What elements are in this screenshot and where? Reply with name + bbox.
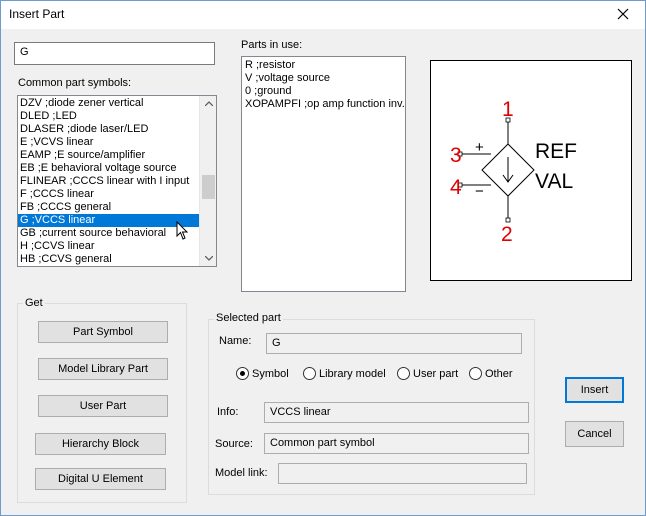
common-symbols-list[interactable]: DZV ;diode zener vertical DLED ;LED DLASER…: [17, 95, 217, 267]
scroll-down-button[interactable]: [200, 251, 216, 266]
parts-in-use-item[interactable]: 0 ;ground: [243, 85, 405, 98]
symbol-list-item[interactable]: DLED ;LED: [18, 110, 199, 123]
common-symbols-scrollbar[interactable]: [199, 96, 216, 266]
user-part-button[interactable]: User Part: [38, 395, 168, 417]
insert-button[interactable]: Insert: [565, 377, 624, 403]
radio-other[interactable]: Other: [469, 367, 513, 380]
part-name-input[interactable]: G: [14, 42, 215, 65]
chevron-down-icon: [204, 256, 213, 261]
scroll-up-button[interactable]: [200, 96, 216, 111]
hierarchy-block-button-label: Hierarchy Block: [61, 438, 140, 450]
pin-2-marker: [505, 217, 511, 223]
digital-u-element-button[interactable]: Digital U Element: [35, 468, 166, 490]
insert-button-label: Insert: [580, 384, 609, 396]
get-group-title: Get: [23, 297, 45, 309]
parts-in-use-label: Parts in use:: [241, 39, 303, 51]
symbol-list-item[interactable]: H ;CCVS linear: [18, 240, 199, 253]
model-library-part-button[interactable]: Model Library Part: [38, 358, 168, 380]
info-value: VCCS linear: [270, 406, 331, 418]
part-symbol-button-label: Part Symbol: [73, 326, 133, 338]
name-label: Name:: [219, 335, 252, 347]
radio-symbol-circle: [236, 367, 249, 380]
symbol-list-item[interactable]: EAMP ;E source/amplifier: [18, 149, 199, 162]
pin-1-label: 1: [502, 98, 514, 121]
user-part-button-label: User Part: [79, 400, 127, 412]
part-symbol-button[interactable]: Part Symbol: [38, 321, 168, 343]
selected-name-field: G: [266, 333, 522, 354]
radio-symbol[interactable]: Symbol: [236, 367, 289, 380]
model-link-label: Model link:: [215, 467, 268, 479]
chevron-up-icon: [204, 101, 213, 106]
hierarchy-block-button[interactable]: Hierarchy Block: [35, 433, 166, 455]
mouse-cursor-icon: [176, 221, 189, 240]
selected-name-value: G: [272, 337, 281, 349]
title-bar: Insert Part: [1, 1, 645, 29]
val-label: VAL: [535, 170, 573, 193]
radio-user-part-circle: [397, 367, 410, 380]
radio-symbol-label: Symbol: [252, 367, 289, 380]
minus-sign: −: [475, 183, 484, 200]
parts-in-use-item[interactable]: XOPAMPFI ;op amp function inv.: [243, 98, 405, 111]
radio-library-model-circle: [303, 367, 316, 380]
cancel-button[interactable]: Cancel: [565, 421, 624, 447]
close-button[interactable]: [605, 1, 641, 27]
plus-sign: +: [475, 139, 484, 156]
source-field: Common part symbol: [264, 433, 529, 454]
radio-user-part-label: User part: [413, 367, 459, 380]
parts-in-use-item[interactable]: R ;resistor: [243, 59, 405, 72]
symbol-list-item[interactable]: DLASER ;diode laser/LED: [18, 123, 199, 136]
vccs-symbol: + − 1 2 3 4 REF VAL: [450, 98, 577, 246]
parts-in-use-item[interactable]: V ;voltage source: [243, 72, 405, 85]
radio-other-label: Other: [485, 367, 513, 380]
model-link-field[interactable]: [278, 463, 527, 484]
parts-in-use-list[interactable]: R ;resistor V ;voltage source 0 ;ground XOP…: [241, 56, 406, 292]
symbol-list-item[interactable]: F ;CCCS linear: [18, 188, 199, 201]
radio-user-part[interactable]: User part: [397, 367, 458, 380]
source-value: Common part symbol: [270, 437, 375, 449]
symbol-list-item[interactable]: GB ;current source behavioral: [18, 227, 199, 240]
radio-library-model[interactable]: Library model: [303, 367, 386, 380]
common-symbols-label: Common part symbols:: [18, 77, 132, 89]
digital-u-element-button-label: Digital U Element: [58, 473, 143, 485]
symbol-list-item[interactable]: EB ;E behavioral voltage source: [18, 162, 199, 175]
radio-other-circle: [469, 367, 482, 380]
symbol-list-item[interactable]: FLINEAR ;CCCS linear with I input: [18, 175, 199, 188]
window-title: Insert Part: [9, 7, 65, 21]
insert-part-dialog: Insert Part G Common part symbols: DZV ;…: [0, 0, 646, 516]
symbol-list-item[interactable]: DZV ;diode zener vertical: [18, 97, 199, 110]
close-icon: [617, 8, 629, 20]
symbol-list-item[interactable]: E ;VCVS linear: [18, 136, 199, 149]
pin-4-label: 4: [450, 176, 462, 199]
model-library-part-button-label: Model Library Part: [58, 363, 148, 375]
symbol-list-item[interactable]: HB ;CCVS general: [18, 253, 199, 266]
part-name-value: G: [20, 46, 29, 58]
cancel-button-label: Cancel: [577, 428, 612, 440]
ref-label: REF: [535, 140, 577, 163]
scroll-thumb[interactable]: [202, 174, 215, 199]
pin-2-label: 2: [501, 223, 513, 246]
symbol-preview: + − 1 2 3 4 REF VAL: [430, 60, 632, 281]
symbol-list-item[interactable]: G ;VCCS linear: [18, 214, 199, 227]
info-field: VCCS linear: [264, 402, 529, 423]
radio-library-model-label: Library model: [319, 367, 386, 380]
source-label: Source:: [215, 438, 253, 450]
selected-part-title: Selected part: [214, 312, 283, 324]
pin-3-label: 3: [450, 144, 462, 167]
symbol-list-item[interactable]: FB ;CCCS general: [18, 201, 199, 214]
info-label: Info:: [217, 406, 239, 418]
